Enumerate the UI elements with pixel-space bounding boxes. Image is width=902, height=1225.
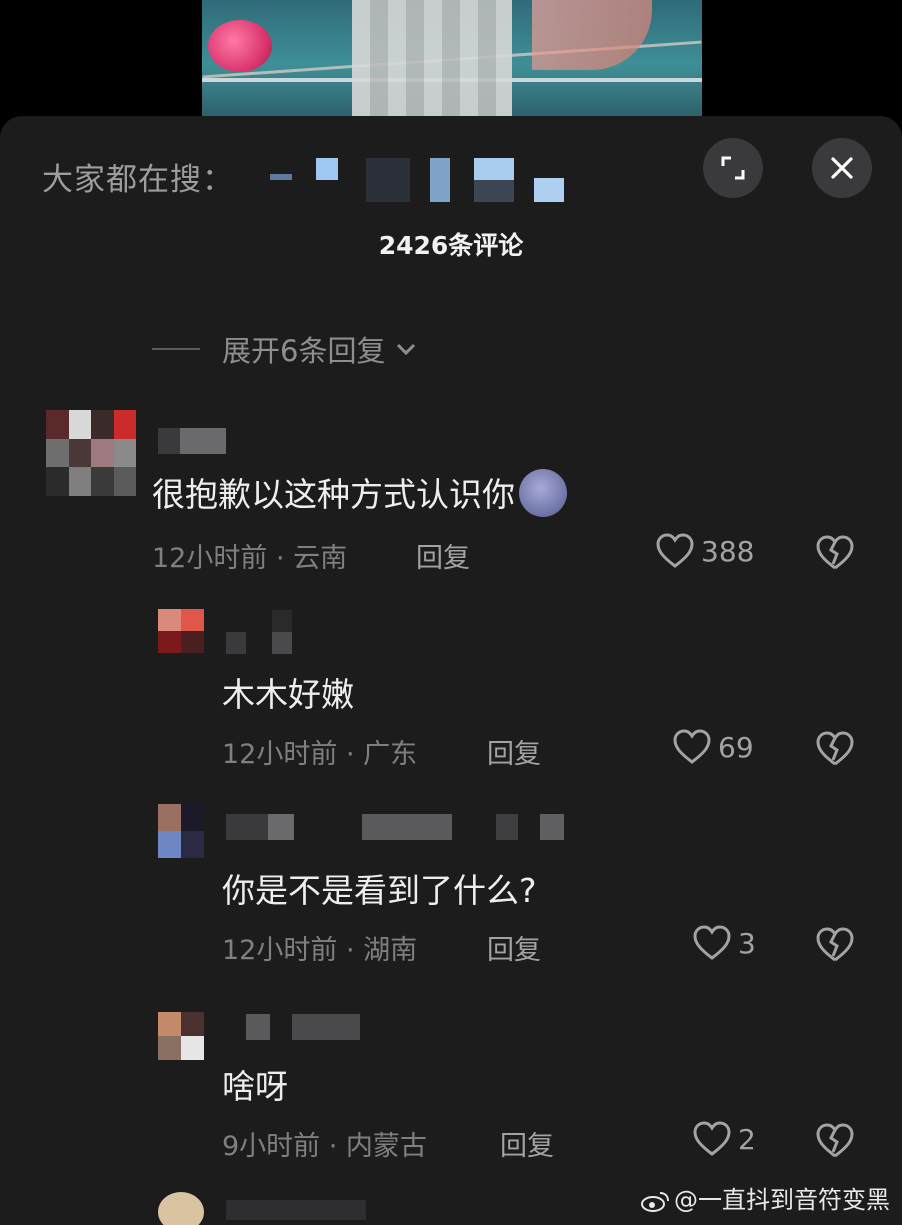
reply-button[interactable]: 回复 bbox=[416, 536, 470, 575]
like-button[interactable]: 388 bbox=[655, 532, 754, 570]
video-blurred-figure bbox=[352, 0, 512, 118]
broken-heart-icon bbox=[816, 1123, 854, 1158]
reply-button[interactable]: 回复 bbox=[487, 928, 541, 967]
comment-meta: 12小时前 · 云南 bbox=[152, 543, 348, 574]
avatar-partial[interactable] bbox=[158, 1192, 204, 1225]
heart-outline-icon bbox=[673, 729, 711, 764]
broken-heart-icon bbox=[816, 927, 854, 962]
search-suggestion-blurred[interactable] bbox=[270, 156, 566, 204]
moon-face-emoji-icon bbox=[519, 468, 567, 517]
avatar[interactable] bbox=[158, 1012, 204, 1060]
like-count: 3 bbox=[738, 926, 756, 960]
comment-text: 木木好嫩 bbox=[222, 675, 354, 714]
heart-outline-icon bbox=[656, 533, 694, 568]
reply-button[interactable]: 回复 bbox=[487, 732, 541, 771]
comment-text: 你是不是看到了什么? bbox=[222, 871, 537, 910]
like-button[interactable]: 69 bbox=[672, 728, 754, 766]
expand-replies-label: 展开6条回复 bbox=[222, 334, 386, 368]
search-suggestion-label[interactable]: 大家都在搜： bbox=[42, 154, 234, 199]
close-button[interactable] bbox=[812, 138, 872, 198]
comment-text: 很抱歉以这种方式认识你 bbox=[152, 468, 567, 517]
dislike-button[interactable] bbox=[815, 1122, 855, 1164]
fullscreen-icon bbox=[721, 156, 745, 180]
username-partial-blurred bbox=[226, 1200, 366, 1220]
like-button[interactable]: 2 bbox=[692, 1120, 756, 1158]
video-preview[interactable] bbox=[202, 0, 702, 118]
like-count: 388 bbox=[701, 534, 755, 568]
reply-button[interactable]: 回复 bbox=[500, 1124, 554, 1163]
watermark-text: @一直抖到音符变黑 bbox=[674, 1186, 890, 1214]
comment-text-content: 很抱歉以这种方式认识你 bbox=[152, 475, 515, 514]
heart-outline-icon bbox=[693, 925, 731, 960]
divider bbox=[152, 348, 200, 350]
heart-outline-icon bbox=[693, 1121, 731, 1156]
broken-heart-icon bbox=[816, 731, 854, 766]
fullscreen-button[interactable] bbox=[703, 138, 763, 198]
close-icon bbox=[831, 157, 853, 179]
like-button[interactable]: 3 bbox=[692, 924, 756, 962]
avatar[interactable] bbox=[46, 410, 136, 496]
avatar[interactable] bbox=[158, 609, 204, 653]
comments-panel: 大家都在搜： 2426条评论 展开6条回复 很抱歉以这种方式认识你 12小时前 … bbox=[0, 116, 902, 1225]
comment-meta: 9小时前 · 内蒙古 bbox=[222, 1131, 427, 1162]
video-buoy bbox=[208, 20, 272, 72]
weibo-watermark: @一直抖到音符变黑 bbox=[640, 1180, 890, 1215]
like-count: 2 bbox=[738, 1122, 756, 1156]
comment-meta: 12小时前 · 广东 bbox=[222, 739, 418, 770]
broken-heart-icon bbox=[816, 535, 854, 570]
chevron-down-icon bbox=[397, 343, 416, 356]
avatar[interactable] bbox=[158, 804, 204, 858]
comment-meta: 12小时前 · 湖南 bbox=[222, 935, 418, 966]
comment-text: 啥呀 bbox=[222, 1067, 288, 1106]
dislike-button[interactable] bbox=[815, 926, 855, 968]
expand-replies-button[interactable]: 展开6条回复 bbox=[152, 328, 419, 370]
video-hair bbox=[532, 0, 652, 70]
dislike-button[interactable] bbox=[815, 534, 855, 576]
comment-count: 2426条评论 bbox=[378, 231, 524, 260]
like-count: 69 bbox=[718, 730, 754, 764]
dislike-button[interactable] bbox=[815, 730, 855, 772]
weibo-logo-icon bbox=[641, 1192, 669, 1212]
